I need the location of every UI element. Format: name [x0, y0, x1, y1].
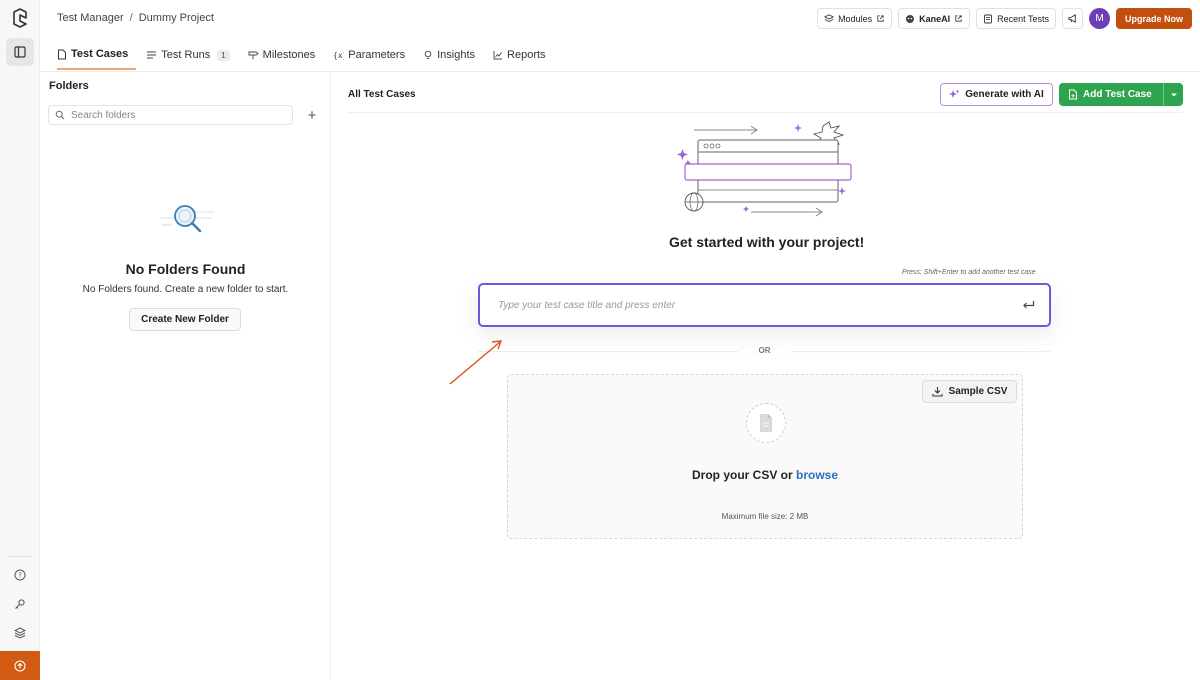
list-icon — [147, 51, 157, 59]
avatar[interactable]: M — [1088, 8, 1110, 29]
max-file-size-text: Maximum file size: 2 MB — [721, 512, 809, 521]
external-link-icon — [877, 15, 884, 22]
browse-link[interactable]: browse — [796, 468, 838, 482]
tab-test-cases[interactable]: Test Cases — [57, 40, 137, 70]
search-folders-input[interactable] — [71, 109, 271, 121]
external-link-icon — [955, 15, 962, 22]
add-test-case-main[interactable]: Add Test Case — [1059, 83, 1163, 106]
drop-csv-text: Drop your CSV or browse — [508, 468, 1022, 482]
kaneai-logo-icon — [906, 14, 915, 23]
test-case-title-input[interactable] — [498, 299, 1022, 311]
or-divider: OR — [478, 346, 1051, 356]
announcements-button[interactable] — [1061, 8, 1083, 29]
enter-icon[interactable] — [1022, 300, 1035, 310]
modules-label: Modules — [838, 13, 873, 24]
tab-insights[interactable]: Insights — [423, 40, 483, 70]
tab-label: Parameters — [348, 49, 406, 61]
tab-milestones[interactable]: Milestones — [248, 40, 324, 70]
recent-tests-label: Recent Tests — [997, 13, 1049, 24]
empty-folders-title: No Folders Found — [125, 261, 246, 277]
tab-parameters[interactable]: {x} Parameters — [333, 40, 413, 70]
braces-icon: {x} — [333, 51, 344, 60]
layers-icon — [824, 13, 835, 22]
create-new-folder-button[interactable]: Create New Folder — [129, 308, 241, 331]
tab-bar: Test Cases Test Runs 1 Milestones {x} Pa… — [57, 40, 564, 72]
generate-with-ai-label: Generate with AI — [965, 89, 1044, 100]
kaneai-button[interactable]: KaneAI — [898, 8, 971, 29]
modules-button[interactable]: Modules — [817, 8, 893, 29]
test-case-title-field[interactable] — [478, 283, 1051, 327]
rail-divider — [8, 556, 32, 557]
sparkles-icon — [949, 89, 960, 98]
tab-label: Milestones — [262, 49, 316, 61]
annotation-arrow-icon — [449, 340, 503, 385]
upgrade-now-button[interactable]: Upgrade Now — [1115, 8, 1192, 29]
left-rail: ? — [0, 0, 40, 680]
layers-icon[interactable] — [6, 619, 34, 647]
kaneai-label: KaneAI — [919, 13, 951, 24]
magnifier-illustration-icon — [160, 205, 214, 233]
bulb-icon — [424, 50, 432, 59]
tab-test-runs[interactable]: Test Runs 1 — [146, 40, 237, 70]
megaphone-icon — [1068, 14, 1076, 23]
breadcrumb-separator: / — [129, 12, 133, 24]
help-icon[interactable]: ? — [6, 561, 34, 589]
recent-list-icon — [984, 14, 993, 23]
tab-label: Test Cases — [71, 48, 129, 60]
file-upload-icon — [746, 403, 786, 443]
generate-with-ai-button[interactable]: Generate with AI — [940, 83, 1053, 106]
test-runs-count-badge: 1 — [217, 49, 230, 61]
folders-title: Folders — [49, 80, 89, 92]
page-title: All Test Cases — [348, 89, 416, 100]
app-logo-icon[interactable] — [10, 8, 30, 28]
header-tools: Modules KaneAI Recent Tests M Upgrade No… — [817, 8, 1192, 29]
add-folder-icon[interactable]: + — [303, 106, 321, 124]
breadcrumb: Test Manager / Dummy Project — [57, 12, 214, 24]
sidebar-toggle-icon[interactable] — [6, 38, 34, 66]
tab-reports[interactable]: Reports — [493, 40, 554, 70]
upgrade-rail-button[interactable] — [0, 651, 40, 680]
csv-drop-zone[interactable]: Sample CSV Drop your CSV or browse Maxim… — [507, 374, 1023, 539]
svg-text:{x}: {x} — [333, 51, 344, 60]
get-started-heading: Get started with your project! — [669, 234, 865, 250]
folder-search[interactable] — [48, 105, 293, 125]
sample-csv-button[interactable]: Sample CSV — [922, 380, 1017, 403]
file-icon — [58, 49, 66, 59]
tab-label: Insights — [437, 49, 476, 61]
recent-tests-button[interactable]: Recent Tests — [976, 8, 1056, 29]
search-icon — [55, 110, 65, 120]
chevron-down-icon — [1170, 93, 1177, 96]
svg-text:?: ? — [18, 572, 22, 580]
or-label: OR — [758, 346, 771, 355]
sample-csv-label: Sample CSV — [948, 386, 1008, 397]
drop-csv-label: Drop your CSV or — [691, 468, 796, 482]
signpost-icon — [248, 51, 259, 60]
file-plus-icon — [1069, 89, 1077, 100]
tab-label: Reports — [507, 49, 546, 61]
add-test-case-button[interactable]: Add Test Case — [1059, 83, 1183, 106]
add-test-case-label: Add Test Case — [1083, 89, 1152, 100]
folders-panel: Folders + No Folders Found No Folders fo… — [40, 72, 331, 680]
top-header: Test Manager / Dummy Project Modules Kan… — [40, 0, 1200, 72]
key-icon[interactable] — [6, 590, 34, 618]
empty-folders-subtitle: No Folders found. Create a new folder to… — [82, 284, 289, 295]
download-icon — [931, 387, 943, 397]
project-illustration-icon — [677, 121, 852, 217]
breadcrumb-project[interactable]: Dummy Project — [139, 12, 214, 24]
add-test-case-dropdown[interactable] — [1163, 83, 1183, 106]
heading-divider — [348, 112, 1183, 113]
tab-label: Test Runs — [161, 49, 211, 61]
breadcrumb-app[interactable]: Test Manager — [57, 12, 124, 24]
shortcut-hint: Press: Shift+Enter to add another test c… — [902, 269, 1036, 276]
chart-line-icon — [493, 51, 503, 60]
